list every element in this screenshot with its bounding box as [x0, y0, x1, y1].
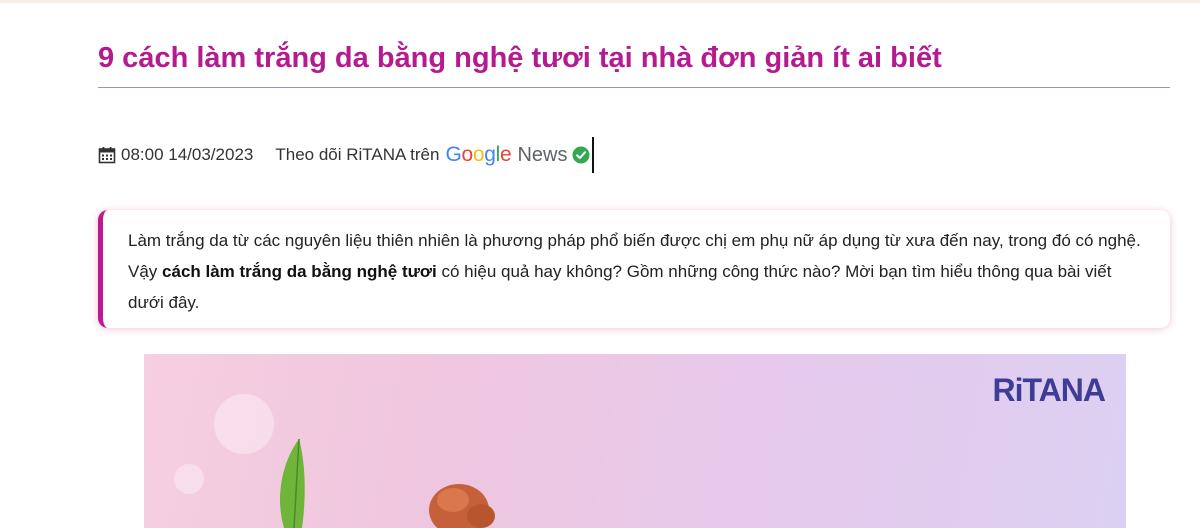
hero-image: RiTANA [144, 354, 1126, 528]
top-strip [0, 0, 1200, 3]
sapo-keyword: cách làm trắng da bằng nghệ tươi [162, 262, 437, 281]
title-divider [98, 87, 1170, 88]
article-sapo: Làm trắng da từ các nguyên liệu thiên nh… [98, 210, 1170, 328]
text-cursor [592, 137, 595, 173]
google-logo: Google [445, 143, 512, 166]
article-meta: 08:00 14/03/2023 Theo dõi RiTANA trên Go… [98, 137, 595, 173]
article-title: 9 cách làm trắng da bằng nghệ tươi tại n… [98, 42, 942, 74]
google-news-link[interactable]: Google News [445, 143, 590, 167]
turmeric-root-shape [429, 484, 495, 528]
brand-logo: RiTANA [992, 372, 1106, 408]
publish-datetime: 08:00 14/03/2023 [121, 145, 254, 164]
follow-text: Theo dõi RiTANA trên [275, 145, 440, 164]
check-circle-icon [572, 146, 590, 164]
calendar-icon [98, 147, 116, 164]
bubble-decoration [174, 464, 204, 494]
green-leaf-shape [279, 438, 305, 528]
news-word: News [517, 143, 568, 166]
